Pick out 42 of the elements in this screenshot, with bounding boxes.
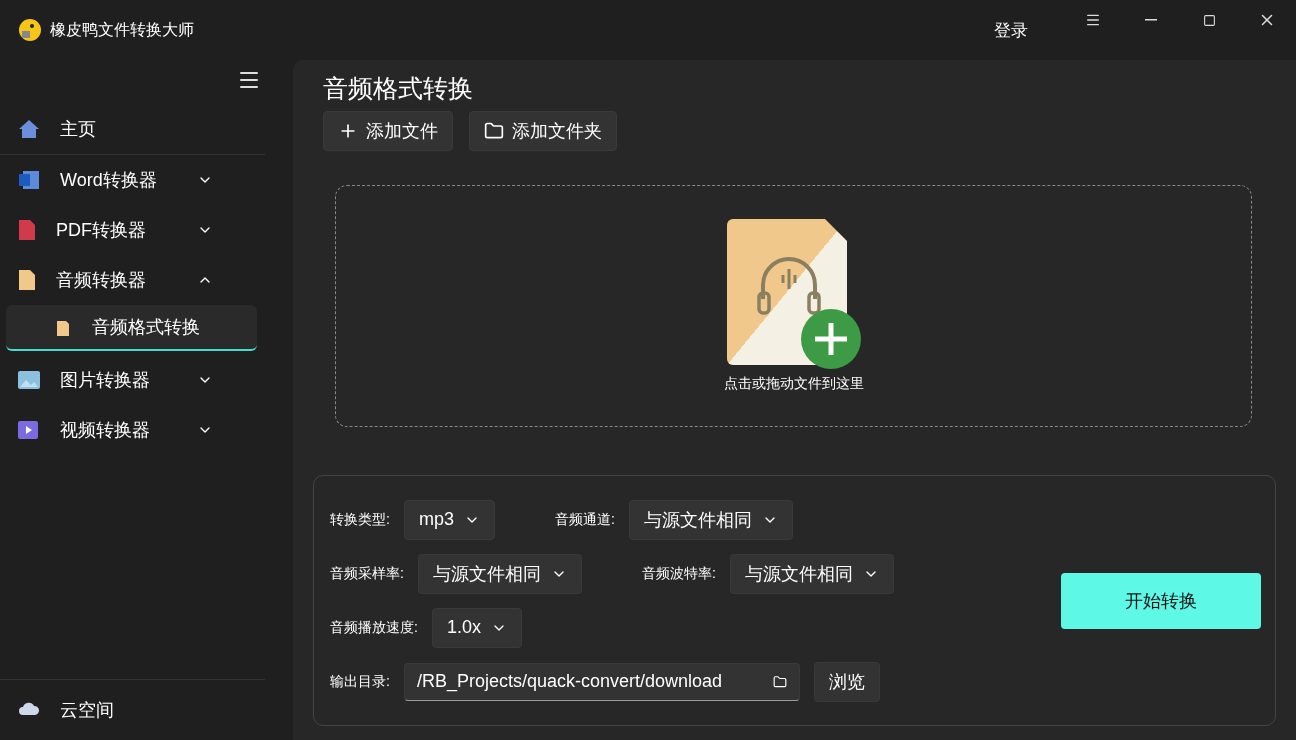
field-label: 转换类型: [330, 510, 390, 529]
drop-hint: 点击或拖动文件到这里 [723, 375, 864, 393]
sidebar-item[interactable]: 视频转换器 [0, 405, 265, 455]
folder-icon [772, 674, 787, 689]
field-label: 音频波特率: [641, 564, 716, 583]
field-label: 音频通道: [554, 510, 615, 529]
field-label: 输出目录: [330, 672, 390, 691]
sidebar-item[interactable]: Word转换器 [0, 155, 265, 205]
login-button[interactable]: 登录 [988, 17, 1034, 43]
cloud-space-item[interactable]: 云空间 [0, 679, 265, 740]
dropdown[interactable]: 与源文件相同 [628, 499, 793, 540]
duck-logo-icon [18, 18, 42, 42]
app-title: 橡皮鸭文件转换大师 [50, 19, 195, 40]
dropdown[interactable]: mp3 [403, 499, 495, 540]
menu-icon [1085, 12, 1101, 28]
document-icon [18, 169, 40, 191]
dropdown[interactable]: 与源文件相同 [417, 553, 582, 594]
minimize-icon [1145, 19, 1157, 21]
browse-button[interactable]: 浏览 [813, 661, 880, 702]
audio-file-add-icon [724, 219, 863, 369]
add-button[interactable]: 添加文件夹 [469, 111, 617, 151]
field-label: 音频采样率: [330, 564, 404, 583]
dropdown[interactable]: 1.0x [431, 607, 522, 648]
page-title: 音频格式转换 [323, 73, 474, 104]
sidebar-item[interactable]: PDF转换器 [0, 205, 265, 255]
start-button[interactable]: 开始转换 [1061, 572, 1261, 629]
output-path-field[interactable]: /RB_Projects/quack-convert/download [403, 662, 800, 701]
document-icon [18, 269, 36, 291]
drop-zone[interactable]: 点击或拖动文件到这里 [335, 185, 1252, 427]
sidebar-subitem[interactable]: 音频格式转换 [6, 305, 257, 351]
sidebar-item[interactable]: 主页 [0, 104, 265, 154]
maximize-icon [1202, 13, 1216, 27]
image-icon [18, 371, 40, 389]
field-label: 音频播放速度: [330, 618, 418, 637]
folder-icon [484, 121, 504, 141]
add-button[interactable]: 添加文件 [323, 111, 453, 151]
video-icon [18, 421, 40, 439]
document-icon [18, 219, 36, 241]
house-icon [18, 119, 40, 139]
dropdown[interactable]: 与源文件相同 [729, 553, 894, 594]
sidebar-item[interactable]: 图片转换器 [0, 355, 265, 405]
sidebar-item[interactable]: 音频转换器 [0, 255, 265, 305]
